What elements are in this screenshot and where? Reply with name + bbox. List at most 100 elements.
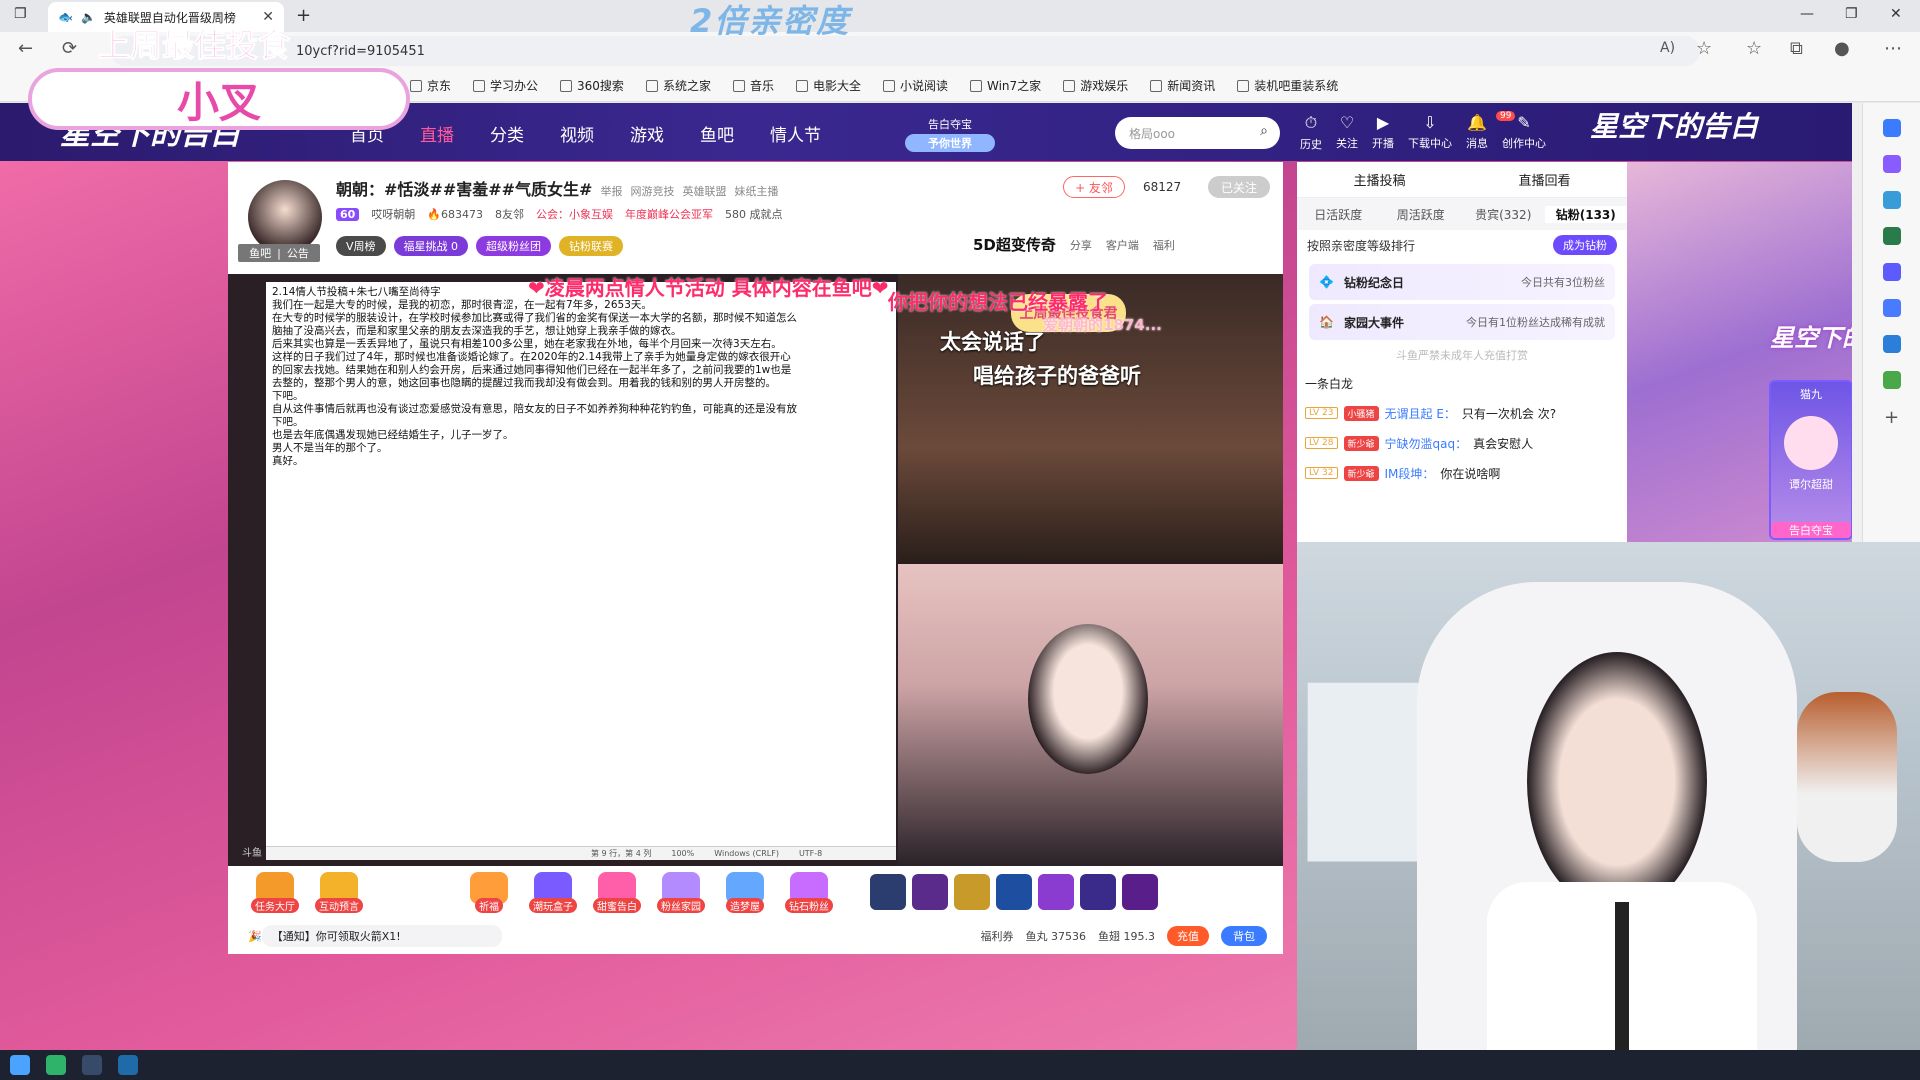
edge-taskbar-icon[interactable]: [46, 1055, 66, 1075]
event-badge[interactable]: 告白夺宝 予你世界: [905, 116, 995, 152]
url-input[interactable]: 10ycf?rid=9105451: [110, 36, 1700, 66]
gift-button[interactable]: 粉丝家园: [652, 871, 710, 913]
nav-item[interactable]: 视频: [560, 121, 594, 146]
edge-office-icon[interactable]: [1882, 299, 1901, 317]
tab-daily[interactable]: 日活跃度: [1297, 206, 1380, 223]
chat-username[interactable]: IM段坤：: [1385, 465, 1435, 482]
search-icon[interactable]: ⌕: [1260, 123, 1268, 139]
breadcrumb-1[interactable]: 网游竞技: [630, 183, 674, 199]
video-player[interactable]: 2.14情人节投稿+朱七八嘴至尚待字 我们在一起是大专的时候，是我的初恋，那时很青…: [228, 274, 1283, 866]
header-action[interactable]: ⏱ 历史: [1300, 113, 1322, 152]
breadcrumb-3[interactable]: 妹纸主播: [734, 183, 778, 199]
minimize-button[interactable]: —: [1800, 6, 1814, 22]
gift-button[interactable]: 潮玩盒子: [524, 871, 582, 913]
header-action[interactable]: ♡ 关注: [1336, 113, 1358, 152]
welfare-link[interactable]: 福利: [1153, 237, 1175, 253]
followed-button[interactable]: 已关注: [1208, 176, 1270, 198]
new-tab-button[interactable]: +: [296, 5, 311, 26]
fish-bar-link[interactable]: 鱼吧: [249, 245, 271, 261]
reload-icon[interactable]: ⟳: [62, 38, 77, 59]
close-window-button[interactable]: ✕: [1890, 6, 1902, 22]
bag-button[interactable]: 背包: [1221, 926, 1267, 946]
read-aloud-icon[interactable]: A): [1660, 40, 1675, 56]
nav-item[interactable]: 直播: [420, 121, 454, 146]
breadcrumb-2[interactable]: 英雄联盟: [682, 183, 726, 199]
steam-taskbar-icon[interactable]: [82, 1055, 102, 1075]
tab-anchor-submissions[interactable]: 主播投稿: [1353, 170, 1405, 189]
gift-box-icon[interactable]: [1122, 874, 1158, 910]
report-link[interactable]: 举报: [600, 183, 622, 199]
tab-replay[interactable]: 直播回看: [1518, 170, 1570, 189]
edge-tools-icon[interactable]: [1882, 191, 1901, 209]
header-action[interactable]: 🔔 消息: [1466, 113, 1488, 152]
back-icon[interactable]: ←: [18, 38, 33, 59]
rank-card[interactable]: 猫九 谭尔超甜 告白夺宝: [1769, 380, 1853, 540]
tag-5d[interactable]: 5D超变传奇: [973, 234, 1056, 255]
diamond-anniversary-card[interactable]: 💠 钻粉纪念日 今日共有3位粉丝: [1309, 264, 1615, 300]
edge-tree-icon[interactable]: [1882, 371, 1901, 389]
gift-button[interactable]: 造梦屋: [716, 871, 774, 913]
chat-username[interactable]: 无谓且起 E：: [1385, 405, 1456, 422]
tab-actions-icon[interactable]: ❐: [14, 6, 27, 22]
edge-shopping-icon[interactable]: [1882, 227, 1901, 245]
gift-box-icon[interactable]: [954, 874, 990, 910]
tag-lucky-challenge[interactable]: 福星挑战 0: [393, 236, 469, 256]
header-action[interactable]: ▶ 开播: [1372, 113, 1394, 152]
become-diamond-fan-button[interactable]: 成为钻粉: [1553, 235, 1617, 255]
tag-vweek[interactable]: V周榜: [336, 236, 386, 256]
achievement-points[interactable]: 580 成就点: [725, 206, 783, 222]
anchor-name[interactable]: 哎呀朝朝: [371, 206, 415, 222]
header-action[interactable]: ⇩ 下载中心: [1408, 113, 1452, 152]
app-taskbar-icon[interactable]: [118, 1055, 138, 1075]
share-link[interactable]: 分享: [1070, 237, 1092, 253]
tab-weekly[interactable]: 周活跃度: [1380, 206, 1463, 223]
edge-outlook-icon[interactable]: [1882, 335, 1901, 353]
maximize-button[interactable]: ❐: [1845, 6, 1858, 22]
notice-text[interactable]: 【通知】你可领取火箭X1!: [261, 925, 502, 947]
favorite-star-icon[interactable]: ☆: [1696, 38, 1712, 59]
gift-button[interactable]: 任务大厅: [246, 871, 304, 913]
gift-button[interactable]: 互动预言: [310, 871, 368, 913]
edge-add-icon[interactable]: +: [1883, 407, 1901, 428]
tag-super-fans[interactable]: 超级粉丝团: [476, 236, 552, 256]
tab-diamond-fans[interactable]: 钻粉(133): [1544, 205, 1627, 223]
bookmark-item[interactable]: 京东: [410, 77, 451, 94]
header-hero-banner[interactable]: 星空下的告白: [1590, 105, 1760, 159]
bookmark-item[interactable]: 360搜索: [560, 77, 624, 94]
profile-icon[interactable]: ●: [1834, 38, 1850, 59]
tab-vip[interactable]: 贵宾(332): [1462, 206, 1545, 223]
bookmark-item[interactable]: 装机吧重装系统: [1237, 77, 1338, 94]
gift-box-icon[interactable]: [1038, 874, 1074, 910]
bookmark-item[interactable]: 游戏娱乐: [1063, 77, 1128, 94]
bookmark-item[interactable]: 电影大全: [795, 77, 861, 94]
anchor-avatar[interactable]: [248, 180, 322, 254]
tag-diamond-league[interactable]: 钻粉联赛: [559, 236, 624, 256]
edge-games-icon[interactable]: [1882, 263, 1901, 281]
nav-item[interactable]: 分类: [490, 121, 524, 146]
favorites-icon[interactable]: ☆: [1746, 38, 1762, 59]
search-input[interactable]: 格局ooo ⌕: [1115, 117, 1280, 149]
client-link[interactable]: 客户端: [1106, 237, 1139, 253]
recharge-button[interactable]: 充值: [1167, 926, 1209, 946]
bookmark-item[interactable]: 学习办公: [473, 77, 538, 94]
more-icon[interactable]: ⋯: [1884, 38, 1902, 59]
bookmark-item[interactable]: 音乐: [732, 77, 774, 94]
start-icon[interactable]: [10, 1055, 30, 1075]
chat-username[interactable]: 宁缺勿滥qaq：: [1385, 435, 1468, 452]
nav-item[interactable]: 情人节: [770, 121, 821, 146]
nav-item[interactable]: 游戏: [630, 121, 664, 146]
collections-icon[interactable]: ⧉: [1790, 38, 1803, 59]
guild-name[interactable]: 公会：小象互娱: [536, 206, 613, 222]
gift-button[interactable]: 甜蜜告白: [588, 871, 646, 913]
gift-button[interactable]: 钻石粉丝: [780, 871, 838, 913]
gift-box-icon[interactable]: [996, 874, 1032, 910]
bookmark-item[interactable]: 小说阅读: [882, 77, 948, 94]
edge-copilot-icon[interactable]: [1882, 155, 1901, 173]
bookmark-item[interactable]: Win7之家: [970, 77, 1041, 94]
gift-button[interactable]: 祈福: [460, 871, 518, 913]
edge-search-icon[interactable]: [1882, 119, 1901, 137]
nav-item[interactable]: 鱼吧: [700, 121, 734, 146]
gift-box-icon[interactable]: [1080, 874, 1116, 910]
welfare-coupon[interactable]: 福利券: [981, 928, 1014, 944]
bookmark-item[interactable]: 新闻资讯: [1150, 77, 1215, 94]
